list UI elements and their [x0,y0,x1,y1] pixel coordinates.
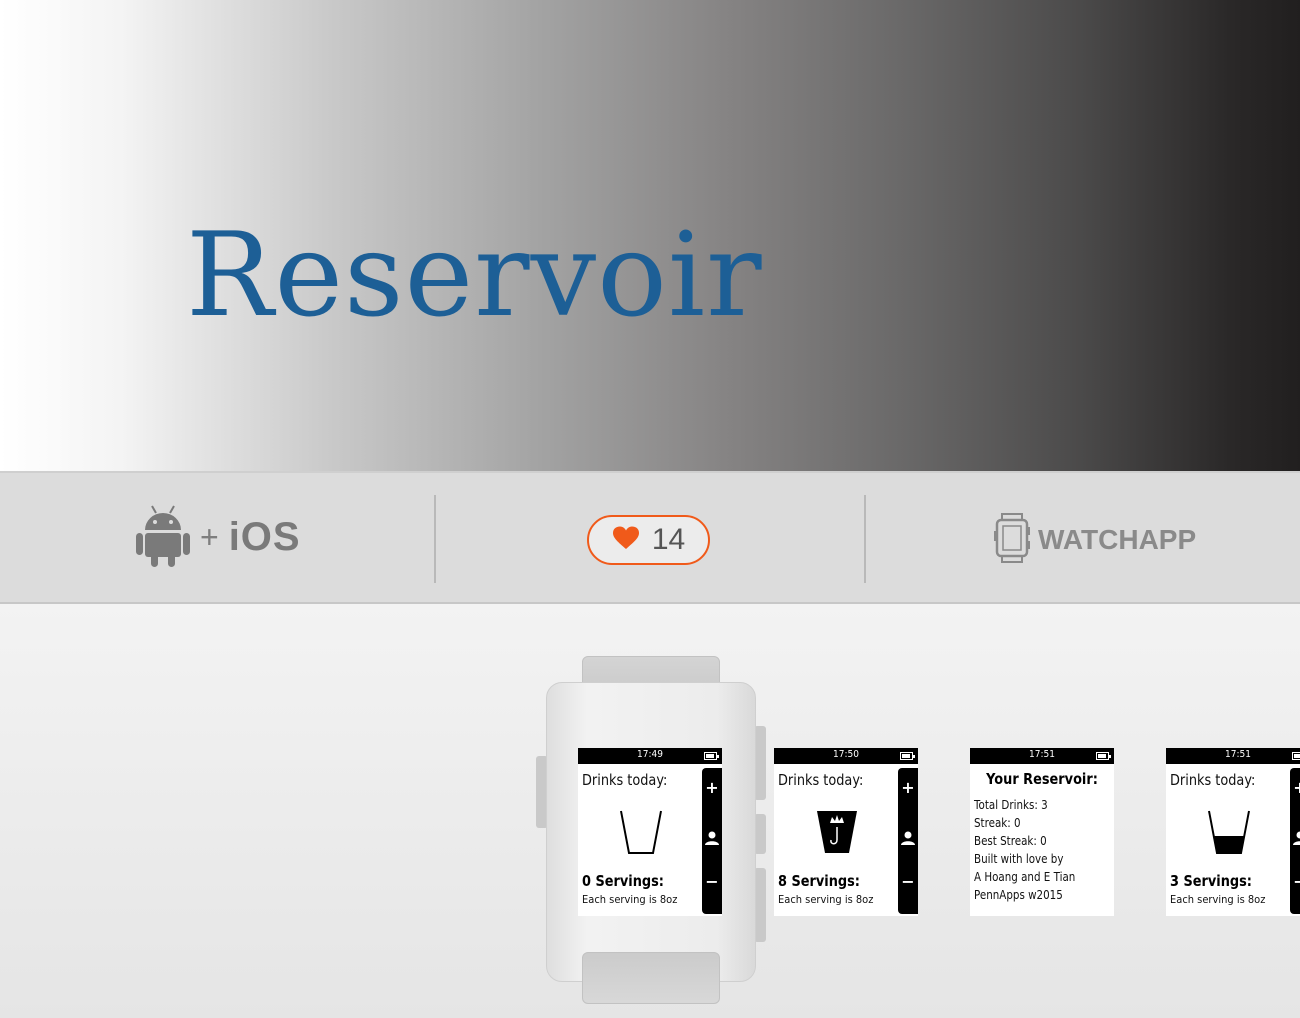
screenshot-gallery[interactable]: 17:49 Drinks today: 0 Servings: Each ser… [0,604,1300,1018]
status-time: 17:49 [637,749,663,760]
empty-cup-icon [618,808,664,860]
status-bar: 17:51 [1166,748,1300,764]
screenshot-1[interactable]: 17:49 Drinks today: 0 Servings: Each ser… [578,748,722,916]
divider [434,495,436,583]
minus-icon: − [705,872,719,891]
stats-line: PennApps w2015 [974,888,1063,902]
stats-line: Streak: 0 [974,816,1021,830]
drinks-today-label: Drinks today: [582,771,668,789]
battery-icon [900,752,915,760]
watch-icon [994,513,1030,567]
status-bar: 17:49 [578,748,722,764]
android-icon [136,503,190,571]
ios-label: iOS [228,514,301,559]
partial-cup-icon [1206,808,1252,860]
battery-icon [1292,752,1300,760]
full-cup-crown-icon [814,808,860,860]
drinks-today-label: Drinks today: [778,771,864,789]
app-title: Reservoir [186,208,763,343]
divider [864,495,866,583]
person-icon [702,830,722,849]
app-type: WATCHAPP [994,513,1196,567]
heart-icon [612,526,640,554]
status-time: 17:51 [1225,749,1251,760]
status-bar: 17:51 [970,748,1114,764]
person-icon [898,830,918,849]
hearts-count: 14 [651,523,686,556]
stats-line: Total Drinks: 3 [974,798,1048,812]
watch-strap-bottom [582,952,720,1004]
stats-line: Best Streak: 0 [974,834,1047,848]
person-icon [1290,830,1300,849]
app-type-label: WATCHAPP [1038,524,1197,555]
action-bar: + − [898,768,918,914]
stats-line: A Hoang and E Tian [974,870,1076,884]
platform-compatibility: + iOS [136,505,301,569]
screenshot-2[interactable]: 17:50 Drinks today: 8 Servings: Each ser… [774,748,918,916]
serving-size-note: Each serving is 8oz [1170,893,1266,906]
minus-icon: − [1293,872,1300,891]
plus-icon: + [1293,778,1300,797]
plus-sign: + [200,518,219,555]
servings-count: 8 Servings: [778,872,860,890]
serving-size-note: Each serving is 8oz [582,893,678,906]
status-bar: 17:50 [774,748,918,764]
stats-line: Built with love by [974,852,1064,866]
plus-icon: + [705,778,719,797]
screenshot-3[interactable]: 17:51 Your Reservoir: Total Drinks: 3 St… [970,748,1114,916]
plus-icon: + [901,778,915,797]
minus-icon: − [901,872,915,891]
reservoir-stats-title: Your Reservoir: [986,770,1098,788]
info-bar: + iOS 14 WATCHAPP [0,471,1300,604]
servings-count: 0 Servings: [582,872,664,890]
hearts-button[interactable]: 14 [587,515,710,565]
battery-icon [704,752,719,760]
action-bar: + − [1290,768,1300,914]
status-time: 17:51 [1029,749,1055,760]
drinks-today-label: Drinks today: [1170,771,1256,789]
action-bar: + − [702,768,722,914]
servings-count: 3 Servings: [1170,872,1252,890]
battery-icon [1096,752,1111,760]
serving-size-note: Each serving is 8oz [778,893,874,906]
status-time: 17:50 [833,749,859,760]
header-banner: Reservoir [0,0,1300,471]
screenshot-4[interactable]: 17:51 Drinks today: 3 Servings: Each ser… [1166,748,1300,916]
